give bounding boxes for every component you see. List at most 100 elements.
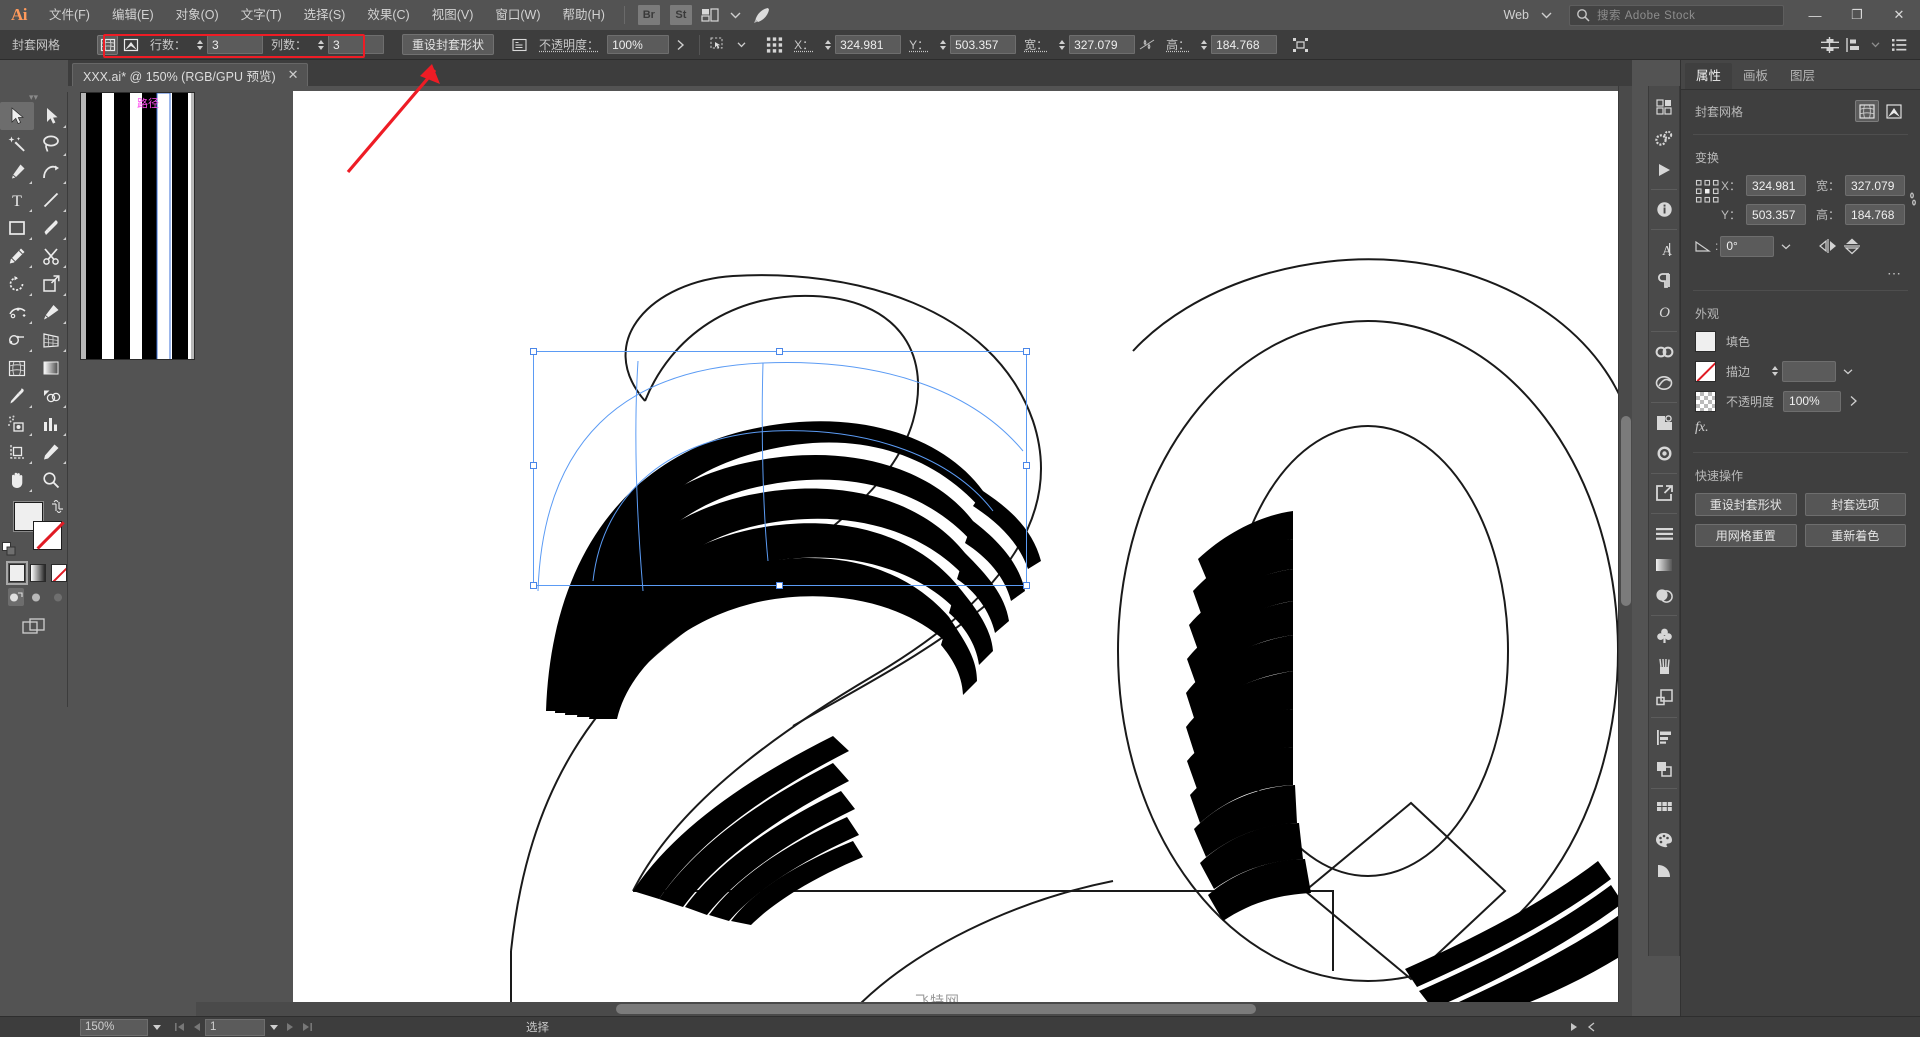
swap-fill-stroke-icon[interactable] (51, 500, 64, 513)
qa-envelope-options[interactable]: 封套选项 (1804, 493, 1906, 516)
select-similar-chevron-icon[interactable] (731, 35, 752, 55)
dock-brushes-icon[interactable] (1649, 620, 1679, 651)
workspace-switcher-label[interactable]: Web (1496, 8, 1533, 22)
status-play-icon[interactable] (1566, 1019, 1583, 1036)
direct-selection-tool[interactable] (34, 102, 68, 130)
tab-properties[interactable]: 属性 (1685, 63, 1733, 89)
distribute-icon[interactable] (1842, 35, 1863, 55)
dock-links-icon[interactable] (1649, 336, 1679, 367)
scale-tool[interactable] (34, 270, 68, 298)
dock-export-icon[interactable] (1649, 478, 1679, 509)
rows-stepper[interactable] (194, 36, 205, 54)
default-fill-stroke-icon[interactable] (2, 542, 16, 556)
next-artboard-icon[interactable] (282, 1019, 299, 1036)
last-artboard-icon[interactable] (299, 1019, 316, 1036)
flip-horizontal-icon[interactable] (1816, 235, 1840, 257)
artboard-chevron-icon[interactable] (265, 1019, 282, 1036)
dock-symbols-icon[interactable] (1649, 367, 1679, 398)
selection-handle[interactable] (530, 348, 537, 355)
artboard-number-input[interactable]: 1 (205, 1018, 265, 1036)
shape-builder-tool[interactable] (0, 326, 34, 354)
selection-handle[interactable] (530, 582, 537, 589)
dock-document-info-icon[interactable] (1649, 194, 1679, 225)
dock-gradient-icon[interactable] (1649, 549, 1679, 580)
dock-stroke-icon[interactable] (1649, 722, 1679, 753)
menu-edit[interactable]: 编辑(E) (101, 0, 165, 30)
column-graph-tool[interactable] (34, 410, 68, 438)
scissors-tool[interactable] (34, 242, 68, 270)
opacity-input[interactable]: 100% (1783, 390, 1842, 412)
slice-tool[interactable] (34, 438, 68, 466)
transform-y-input[interactable]: 503.357 (1746, 204, 1807, 225)
zoom-chevron-icon[interactable] (148, 1019, 165, 1036)
gradient-mode[interactable] (30, 564, 46, 582)
horizontal-scroll-thumb[interactable] (616, 1004, 1256, 1014)
window-restore-button[interactable]: ❐ (1836, 0, 1878, 30)
draw-inside-icon[interactable] (51, 588, 67, 606)
dock-character-icon[interactable]: A (1649, 234, 1679, 265)
menu-object[interactable]: 对象(O) (165, 0, 230, 30)
perspective-grid-tool[interactable] (34, 326, 68, 354)
envelope-warp-icon[interactable] (120, 35, 141, 55)
draw-normal-icon[interactable] (8, 588, 25, 606)
tab-artboards[interactable]: 画板 (1732, 63, 1779, 89)
menu-file[interactable]: 文件(F) (38, 0, 101, 30)
dock-transparency2-icon[interactable] (1649, 580, 1679, 611)
selection-handle[interactable] (1023, 348, 1030, 355)
chevron-down-icon[interactable] (723, 3, 749, 27)
screen-mode-button[interactable] (0, 606, 67, 636)
document-setup-icon[interactable] (1888, 35, 1909, 55)
menu-window[interactable]: 窗口(W) (484, 0, 551, 30)
select-similar-icon[interactable] (708, 35, 729, 55)
width-tool[interactable] (0, 298, 34, 326)
width-stepper[interactable] (1056, 36, 1067, 54)
transform-height-input[interactable]: 184.768 (1845, 204, 1906, 225)
magic-wand-tool[interactable] (0, 130, 34, 158)
rows-input[interactable]: 3 (207, 35, 264, 54)
curvature-tool[interactable] (34, 158, 68, 186)
dock-layers-icon[interactable] (1649, 682, 1679, 713)
artboard-thumbnail-panel[interactable]: 路径 (80, 92, 195, 360)
reference-point-grid-icon[interactable] (1695, 175, 1721, 205)
columns-input[interactable]: 3 (328, 35, 385, 54)
close-tab-icon[interactable]: ✕ (288, 67, 299, 83)
discover-rocket-icon[interactable] (749, 3, 775, 27)
selection-handle[interactable] (776, 582, 783, 589)
mesh-tool[interactable] (0, 354, 34, 382)
shaper-tool[interactable] (0, 242, 34, 270)
dock-paragraph-icon[interactable] (1649, 265, 1679, 296)
dock-brush-library-icon[interactable] (1649, 651, 1679, 682)
transform-more-options[interactable]: ⋯ (1887, 265, 1902, 281)
envelope-mesh-icon[interactable] (97, 34, 118, 55)
height-stepper[interactable] (1198, 36, 1209, 54)
artboard[interactable] (293, 91, 1632, 1016)
menu-type[interactable]: 文字(T) (230, 0, 293, 30)
paintbrush-tool[interactable] (34, 214, 68, 242)
dock-color-icon[interactable] (1649, 824, 1679, 855)
envelope-warp-icon[interactable] (1882, 100, 1906, 122)
menu-effect[interactable]: 效果(C) (356, 0, 420, 30)
status-chevron-icon[interactable] (1583, 1019, 1600, 1036)
vertical-scroll-thumb[interactable] (1621, 416, 1631, 606)
bridge-button[interactable]: Br (637, 5, 660, 25)
menu-view[interactable]: 视图(V) (421, 0, 485, 30)
stroke-weight-input[interactable] (1782, 360, 1836, 382)
transform-more-icon[interactable] (1290, 35, 1311, 55)
none-mode[interactable] (51, 564, 67, 582)
flip-vertical-icon[interactable] (1840, 235, 1864, 257)
window-close-button[interactable]: ✕ (1878, 0, 1920, 30)
draw-behind-icon[interactable] (29, 588, 45, 606)
constrain-proportions-icon[interactable] (1136, 35, 1157, 55)
pen-tool[interactable] (0, 158, 34, 186)
stroke-swatch-none[interactable] (1695, 360, 1716, 382)
selection-handle[interactable] (1023, 582, 1030, 589)
dock-properties-icon[interactable] (1649, 92, 1679, 123)
eyedropper-tool[interactable] (0, 382, 34, 410)
color-mode[interactable] (6, 561, 28, 585)
menu-select[interactable]: 选择(S) (293, 0, 357, 30)
type-tool[interactable]: T (0, 186, 34, 214)
opacity-input[interactable]: 100% (607, 35, 670, 54)
transform-x-input[interactable]: 324.981 (1746, 175, 1807, 196)
reference-point-grid-icon[interactable] (764, 35, 785, 55)
y-stepper[interactable] (937, 36, 948, 54)
